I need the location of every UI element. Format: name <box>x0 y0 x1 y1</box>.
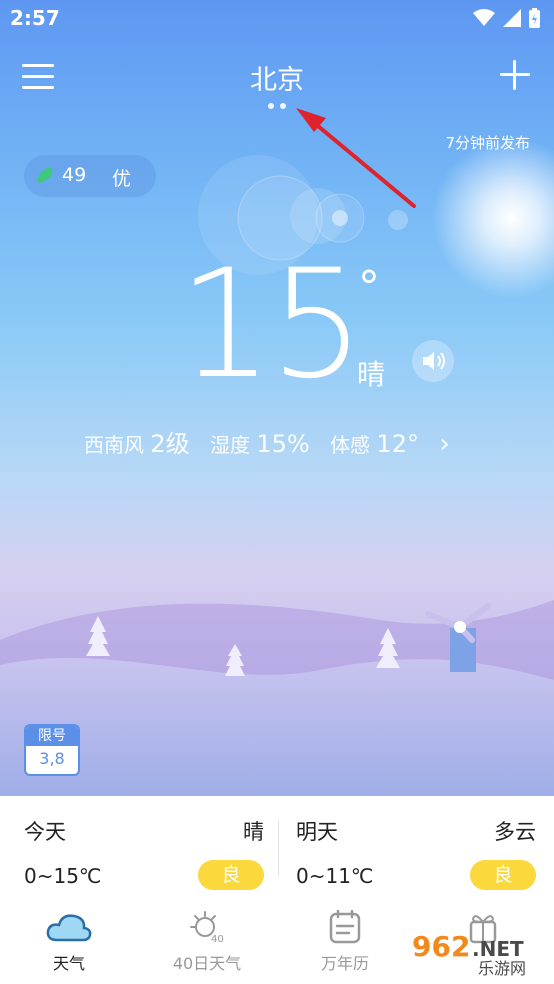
current-temperature: 15 <box>178 238 365 412</box>
publish-time: 7分钟前发布 <box>445 134 530 152</box>
aqi-badge[interactable]: 49 优 <box>24 155 156 197</box>
forecast-range: 0~11℃ <box>296 864 374 888</box>
add-city-icon[interactable] <box>500 60 530 90</box>
calendar-icon <box>329 909 361 944</box>
forecast-today[interactable]: 今天 晴 0~15℃ 良 <box>24 796 264 904</box>
feels-like-value: 12° <box>376 430 419 458</box>
forecast-panel: 今天 晴 0~15℃ 良 明天 多云 0~11℃ 良 <box>0 796 554 904</box>
sun <box>432 138 554 298</box>
svg-text:962: 962 <box>412 930 470 963</box>
forecast-aqi-badge: 良 <box>198 860 264 890</box>
page-indicator <box>0 94 554 113</box>
wind-direction: 西南风 <box>84 433 144 457</box>
degree-symbol: ° <box>358 262 380 313</box>
forecast-weather: 多云 <box>494 820 536 844</box>
forecast-day: 明天 <box>296 820 338 844</box>
status-icons <box>473 8 540 28</box>
header: 北京 <box>0 50 554 110</box>
forecast-aqi-badge: 良 <box>470 860 536 890</box>
battery-charging-icon <box>529 8 540 28</box>
traffic-restriction-badge[interactable]: 限号 3,8 <box>24 724 80 776</box>
svg-text:40: 40 <box>211 934 224 944</box>
voice-broadcast-button[interactable] <box>412 340 454 382</box>
nav-label: 万年历 <box>320 954 369 973</box>
feels-like-label: 体感 <box>330 433 371 457</box>
divider <box>278 820 279 876</box>
restriction-title: 限号 <box>26 726 78 746</box>
leaf-icon <box>37 167 53 184</box>
status-time: 2:57 <box>10 6 60 30</box>
wifi-icon <box>473 9 495 26</box>
city-name[interactable]: 北京 <box>0 58 554 97</box>
signal-icon <box>503 9 521 27</box>
cloud-icon <box>46 914 92 942</box>
wind-level: 2级 <box>150 430 190 458</box>
forecast-weather: 晴 <box>243 820 264 844</box>
sun-40-icon: 40 <box>190 911 224 945</box>
nav-40-day[interactable]: 40 40日天气 <box>152 910 262 974</box>
nav-weather[interactable]: 天气 <box>14 910 124 974</box>
svg-text:.NET: .NET <box>472 937 524 961</box>
weather-condition: 晴 <box>357 358 386 391</box>
forecast-day: 今天 <box>24 820 66 844</box>
bottom-nav: 天气 40 40日天气 万年历 962 .NET 乐游网 <box>0 904 554 984</box>
nav-label: 40日天气 <box>172 954 242 973</box>
site-watermark: 962 .NET 乐游网 <box>408 926 548 978</box>
status-bar: 2:57 <box>0 0 554 38</box>
forecast-range: 0~15℃ <box>24 864 102 888</box>
watermark-logo: 962 .NET 乐游网 <box>412 930 526 978</box>
weather-details[interactable]: 西南风 2级 湿度 15% 体感 12° › <box>84 424 450 459</box>
speaker-icon <box>423 352 445 370</box>
nav-label: 天气 <box>52 954 85 973</box>
aqi-level: 优 <box>112 168 132 190</box>
humidity-value: 15% <box>256 430 310 458</box>
humidity-label: 湿度 <box>210 433 250 457</box>
restriction-numbers: 3,8 <box>39 749 65 768</box>
nav-calendar[interactable]: 万年历 <box>290 909 400 974</box>
forecast-tomorrow[interactable]: 明天 多云 0~11℃ 良 <box>296 796 536 904</box>
svg-text:乐游网: 乐游网 <box>478 959 526 978</box>
aqi-value: 49 <box>62 164 87 186</box>
chevron-right-icon: › <box>439 429 450 459</box>
